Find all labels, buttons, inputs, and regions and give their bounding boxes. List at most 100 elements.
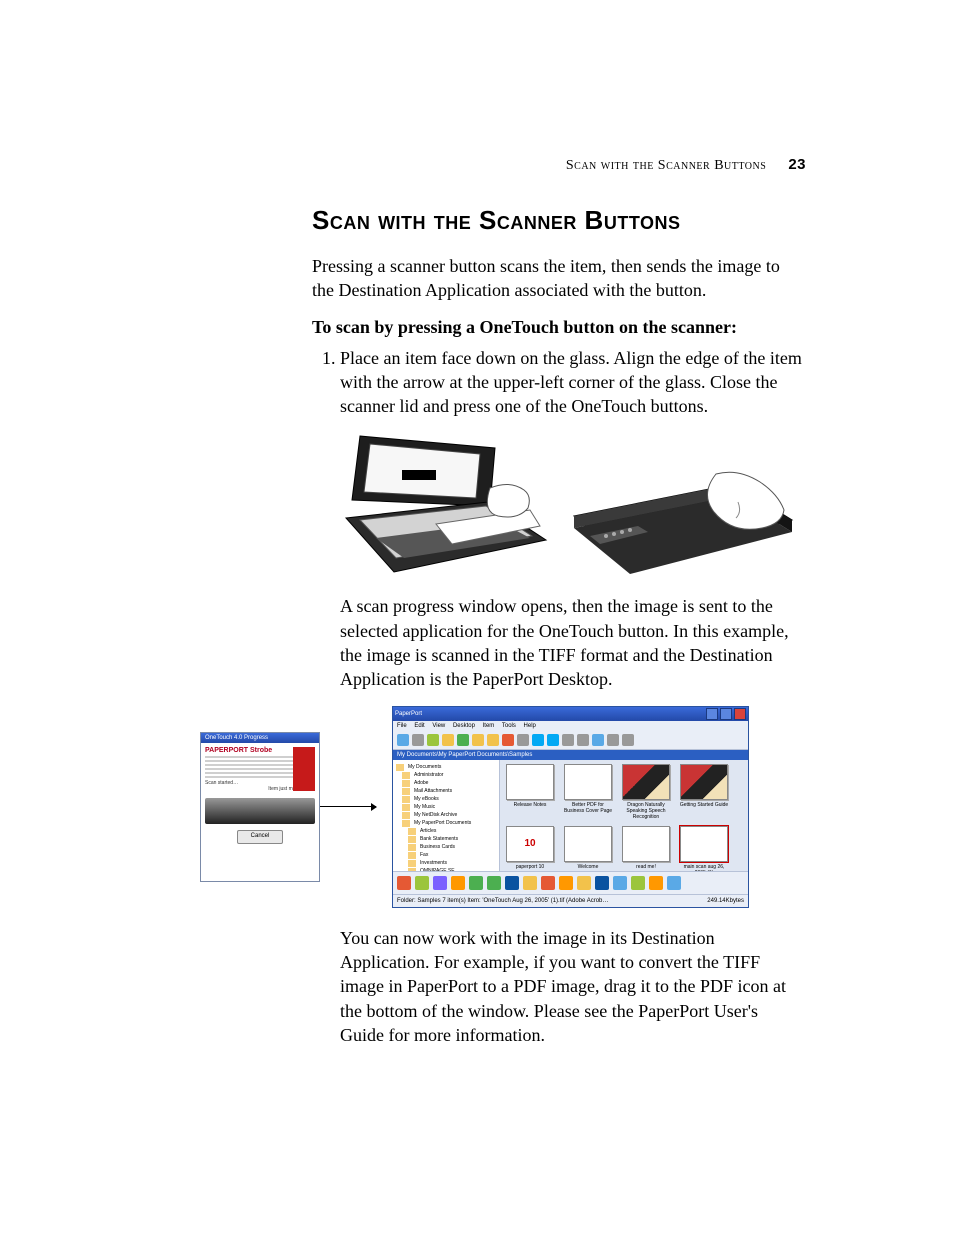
status-bar: Folder: Samples 7 item(s) Item: 'OneTouc… — [393, 894, 748, 907]
sendto-icon[interactable] — [631, 876, 645, 890]
menu-bar[interactable]: File Edit View Desktop Item Tools Help — [393, 721, 748, 731]
scanner-illustration — [340, 428, 806, 578]
sendto-icon[interactable] — [451, 876, 465, 890]
tree-item[interactable]: Business Cards — [408, 844, 496, 851]
sendto-icon[interactable] — [415, 876, 429, 890]
tree-item[interactable]: Fax — [408, 852, 496, 859]
sendto-icon[interactable] — [433, 876, 447, 890]
paperport-title: PaperPort — [395, 711, 422, 717]
thumbnail-caption: Welcome — [578, 864, 599, 870]
toolbar-icon[interactable] — [517, 734, 529, 746]
menu-help[interactable]: Help — [524, 723, 536, 729]
page: Scan with the Scanner Buttons 23 Scan wi… — [0, 0, 954, 1235]
progress-scanner-icon — [205, 798, 315, 824]
menu-tools[interactable]: Tools — [502, 723, 516, 729]
thumbnail[interactable]: main scan aug 26, 2005 (1) — [678, 826, 730, 876]
sendto-icon[interactable] — [577, 876, 591, 890]
progress-titlebar: OneTouch 4.0 Progress — [201, 733, 319, 743]
thumbnail[interactable]: read me! — [620, 826, 672, 876]
sendto-icon[interactable] — [397, 876, 411, 890]
page-icon — [680, 826, 728, 862]
menu-file[interactable]: File — [397, 723, 407, 729]
sendto-icon[interactable] — [595, 876, 609, 890]
toolbar-icon[interactable] — [577, 734, 589, 746]
tree-item[interactable]: Administrator — [402, 772, 496, 779]
tree-item[interactable]: My Documents — [396, 764, 496, 771]
thumbnail[interactable]: Dragon Naturally Speaking Speech Recogni… — [620, 764, 672, 820]
progress-window: OneTouch 4.0 Progress PAPERPORT Strobe S… — [200, 732, 320, 882]
maximize-icon[interactable] — [720, 708, 732, 720]
toolbar-icon[interactable] — [397, 734, 409, 746]
menu-desktop[interactable]: Desktop — [453, 723, 475, 729]
close-icon[interactable] — [734, 708, 746, 720]
thumbnails-pane[interactable]: Release Notes Better PDF for Business Cov… — [500, 760, 748, 871]
running-head: Scan with the Scanner Buttons 23 — [566, 156, 806, 174]
path-bar: My Documents\My PaperPort Documents\Samp… — [393, 750, 748, 760]
toolbar-icon[interactable] — [412, 734, 424, 746]
toolbar-icon[interactable] — [592, 734, 604, 746]
toolbar-icon[interactable] — [472, 734, 484, 746]
sendto-icon[interactable] — [523, 876, 537, 890]
thumbnail-caption: Better PDF for Business Cover Page — [562, 802, 614, 814]
tree-item[interactable]: Investments — [408, 860, 496, 867]
toolbar-icon[interactable] — [457, 734, 469, 746]
step-1: Place an item face down on the glass. Al… — [340, 346, 806, 419]
page-icon — [506, 764, 554, 800]
status-left: Folder: Samples 7 item(s) Item: 'OneTouc… — [397, 895, 608, 907]
sendto-icon[interactable] — [469, 876, 483, 890]
sendto-icon[interactable] — [649, 876, 663, 890]
toolbar-icon[interactable] — [487, 734, 499, 746]
tree-item[interactable]: Mail Attachments — [402, 788, 496, 795]
thumbnail[interactable]: Getting Started Guide — [678, 764, 730, 820]
progress-ad-block — [293, 747, 315, 791]
screenshot-row: OneTouch 4.0 Progress PAPERPORT Strobe S… — [340, 706, 806, 908]
page-icon — [564, 826, 612, 862]
toolbar-icon[interactable] — [622, 734, 634, 746]
sendto-icon[interactable] — [559, 876, 573, 890]
thumbnail[interactable]: paperport 10 — [504, 826, 556, 876]
toolbar — [393, 731, 748, 750]
running-head-text: Scan with the Scanner Buttons — [566, 158, 766, 173]
tree-item[interactable]: My Music — [402, 804, 496, 811]
toolbar-icon[interactable] — [562, 734, 574, 746]
after-illustration-paragraph: A scan progress window opens, then the i… — [340, 594, 806, 691]
sendto-icon[interactable] — [667, 876, 681, 890]
intro-paragraph: Pressing a scanner button scans the item… — [312, 254, 806, 303]
thumbnail[interactable]: Welcome — [562, 826, 614, 876]
page-icon — [680, 764, 728, 800]
paperport-titlebar: PaperPort — [393, 707, 748, 721]
cancel-button[interactable]: Cancel — [237, 830, 283, 844]
folder-tree[interactable]: My DocumentsAdministratorAdobeMail Attac… — [393, 760, 500, 871]
toolbar-icon[interactable] — [607, 734, 619, 746]
tree-item[interactable]: My NetDisk Archive — [402, 812, 496, 819]
toolbar-icon[interactable] — [442, 734, 454, 746]
tree-item[interactable]: My eBooks — [402, 796, 496, 803]
closing-paragraph: You can now work with the image in its D… — [340, 926, 806, 1047]
thumbnail[interactable]: Better PDF for Business Cover Page — [562, 764, 614, 820]
sendto-icon[interactable] — [613, 876, 627, 890]
toolbar-icon[interactable] — [532, 734, 544, 746]
menu-edit[interactable]: Edit — [414, 723, 424, 729]
send-to-bar — [393, 871, 748, 894]
tree-item[interactable]: Adobe — [402, 780, 496, 787]
page-icon — [506, 826, 554, 862]
delete-icon[interactable] — [502, 734, 514, 746]
sendto-icon[interactable] — [487, 876, 501, 890]
procedure-heading: To scan by pressing a OneTouch button on… — [312, 317, 806, 338]
thumbnail[interactable]: Release Notes — [504, 764, 556, 820]
toolbar-icon[interactable] — [427, 734, 439, 746]
tree-item[interactable]: Bank Statements — [408, 836, 496, 843]
sendto-icon[interactable] — [505, 876, 519, 890]
tree-item[interactable]: Articles — [408, 828, 496, 835]
arrow-icon — [320, 806, 376, 807]
tree-item[interactable]: My PaperPort Documents — [402, 820, 496, 827]
thumbnail-caption: read me! — [636, 864, 656, 870]
page-icon — [622, 826, 670, 862]
minimize-icon[interactable] — [706, 708, 718, 720]
menu-view[interactable]: View — [432, 723, 445, 729]
page-number: 23 — [788, 156, 806, 173]
menu-item[interactable]: Item — [483, 723, 495, 729]
pdf-icon[interactable] — [541, 876, 555, 890]
toolbar-icon[interactable] — [547, 734, 559, 746]
thumbnail-caption: paperport 10 — [516, 864, 544, 870]
